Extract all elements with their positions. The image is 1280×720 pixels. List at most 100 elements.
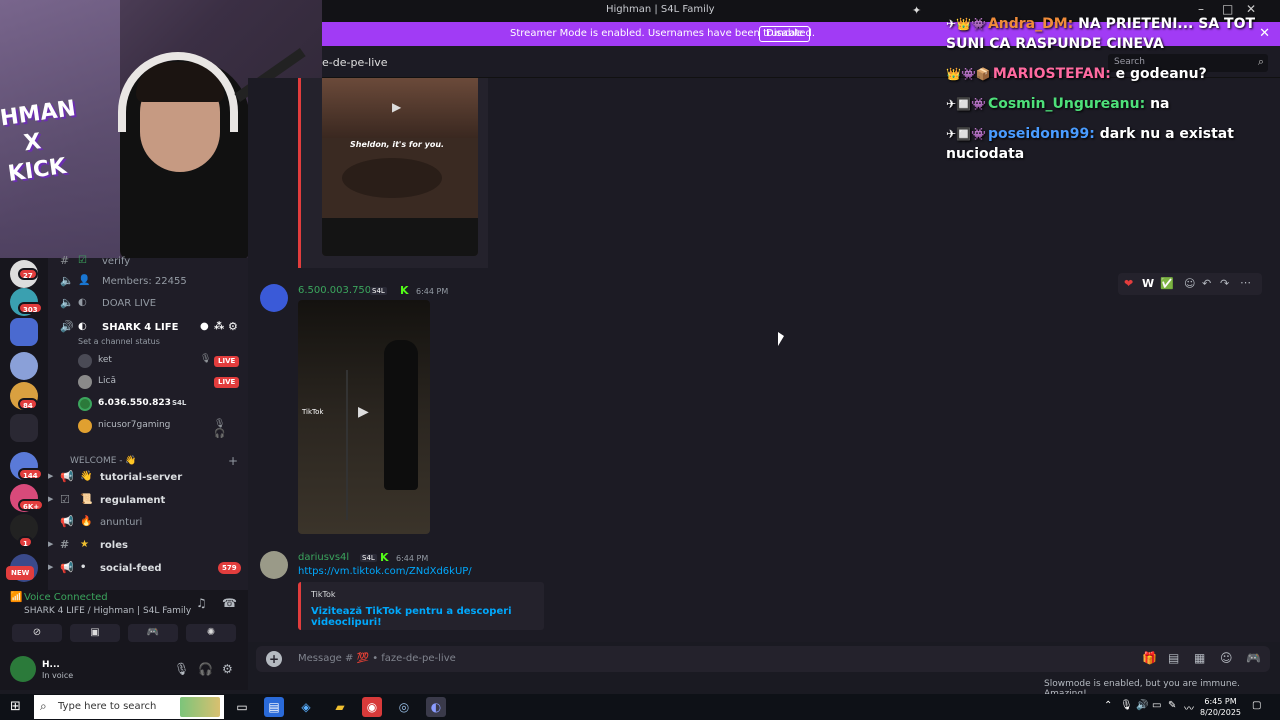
tray-chevron-icon[interactable]: ⌃ bbox=[1104, 700, 1112, 711]
user-avatar[interactable] bbox=[10, 656, 36, 682]
announcement-icon: 📢 bbox=[60, 470, 74, 483]
add-channel-icon[interactable]: + bbox=[228, 454, 238, 468]
chevron-right-icon: ▶ bbox=[48, 540, 54, 548]
deafened-icon: 🎙🎧 bbox=[214, 419, 226, 439]
live-badge: LIVE bbox=[214, 356, 240, 367]
gif-icon[interactable]: ▤ bbox=[1168, 651, 1179, 665]
pen-icon[interactable]: ✎ bbox=[1168, 700, 1176, 711]
task-view-icon[interactable]: ▭ bbox=[232, 697, 252, 717]
mic-icon[interactable]: 🎙 bbox=[1120, 700, 1133, 711]
avatar bbox=[78, 354, 92, 368]
soundboard-icon[interactable]: ♫ bbox=[196, 596, 207, 610]
message-link[interactable]: https://vm.tiktok.com/ZNdXd6kUP/ bbox=[298, 566, 472, 577]
channel-tutorial-server[interactable]: ▶ 📢 👋 tutorial-server bbox=[48, 467, 248, 489]
composer-placeholder: Message # 💯 • faze-de-pe-live bbox=[298, 653, 456, 664]
link-embed[interactable]: TikTok Vizitează TikTok pentru a descope… bbox=[298, 582, 544, 630]
message-author[interactable]: dariusvs4l bbox=[298, 552, 349, 563]
message-actions: ❤ W ✅ ☺ ↶ ↷ ⋯ bbox=[1118, 273, 1262, 295]
server-icon[interactable] bbox=[10, 318, 38, 346]
video-scene-table bbox=[342, 158, 442, 198]
message-time: 6:44 PM bbox=[416, 287, 449, 296]
avatar[interactable] bbox=[260, 551, 288, 579]
message-time: 6:44 PM bbox=[396, 554, 429, 563]
channel-regulament[interactable]: ▶ ☑ 📜 regulament bbox=[48, 490, 248, 512]
emoji-icon[interactable]: ☺ bbox=[1220, 651, 1233, 665]
windows-start-icon[interactable]: ⊞ bbox=[10, 699, 21, 714]
soundboard-button[interactable]: ✺ bbox=[186, 624, 236, 642]
copilot-icon[interactable]: ◈ bbox=[296, 697, 316, 717]
badge-icons: ✈👑👾 bbox=[946, 17, 986, 31]
channel-anunturi[interactable]: 📢 🔥 anunturi bbox=[48, 512, 248, 534]
embed-title[interactable]: Vizitează TikTok pentru a descoperi vide… bbox=[311, 606, 544, 628]
app-icon[interactable]: ▤ bbox=[264, 697, 284, 717]
settings-icon[interactable]: ⚙ bbox=[228, 320, 238, 333]
server-tag: S4L bbox=[360, 554, 377, 562]
activity-button[interactable]: 🎮 bbox=[128, 624, 178, 642]
channel-status[interactable]: Set a channel status bbox=[78, 337, 160, 346]
video-bottom-bar bbox=[322, 218, 478, 256]
speaker-icon: 🔊 bbox=[60, 320, 74, 333]
scroll-icon: 📜 bbox=[80, 494, 93, 505]
invite-icon[interactable]: ⁂ bbox=[214, 321, 224, 332]
voice-panel: 📶 Voice Connected SHARK 4 LIFE / Highman… bbox=[0, 590, 248, 690]
gift-icon[interactable]: 🎁 bbox=[1142, 651, 1157, 665]
server-tag: S4L bbox=[370, 287, 387, 295]
steam-icon[interactable]: ◎ bbox=[394, 697, 414, 717]
wifi-icon[interactable]: 〰 bbox=[1184, 700, 1194, 715]
avatar[interactable] bbox=[260, 284, 288, 312]
channel-members[interactable]: 🔈 👤 Members: 22455 bbox=[48, 272, 248, 292]
chat-user: poseidonn99: bbox=[987, 126, 1095, 142]
server-folder[interactable] bbox=[10, 414, 38, 442]
server-badge: 6K+ bbox=[18, 499, 45, 511]
server-icon[interactable] bbox=[10, 352, 38, 380]
forward-icon[interactable]: ↷ bbox=[1220, 277, 1229, 290]
new-badge: NEW bbox=[6, 566, 35, 580]
message-composer[interactable]: + Message # 💯 • faze-de-pe-live 🎁 ▤ ▦ ☺ … bbox=[256, 646, 1270, 672]
disable-button[interactable]: Disable bbox=[759, 26, 811, 42]
network-icon[interactable]: ▭ bbox=[1152, 700, 1161, 711]
disconnect-icon[interactable]: ☎ bbox=[222, 596, 237, 610]
kick-icon: K bbox=[400, 284, 409, 297]
w-reaction[interactable]: W bbox=[1142, 277, 1154, 290]
channel-social-feed[interactable]: ▶ 📢 • social-feed 579 bbox=[48, 558, 248, 580]
taskbar-search[interactable]: ⌕ Type here to search bbox=[34, 695, 224, 719]
heart-reaction[interactable]: ❤ bbox=[1124, 277, 1133, 290]
browser-icon[interactable]: ◉ bbox=[362, 697, 382, 717]
discord-icon[interactable]: ◐ bbox=[426, 697, 446, 717]
sticker-icon[interactable]: ▦ bbox=[1194, 651, 1205, 665]
headphones-icon[interactable]: 🎧 bbox=[198, 662, 213, 676]
file-explorer-icon[interactable]: ▰ bbox=[330, 697, 350, 717]
headset bbox=[118, 52, 238, 132]
chat-icon[interactable]: ● bbox=[200, 321, 209, 332]
activity-icon[interactable]: 🎮 bbox=[1246, 651, 1261, 665]
channel-verify[interactable]: # ☑ verify bbox=[48, 252, 248, 272]
camera-off-button[interactable]: ⊘ bbox=[12, 624, 62, 642]
embed-video[interactable]: ▶ Sheldon, it's for you. bbox=[322, 78, 478, 256]
check-reaction[interactable]: ✅ bbox=[1160, 277, 1174, 290]
volume-icon[interactable]: 🔊 bbox=[1136, 700, 1148, 711]
gear-icon[interactable]: ⚙ bbox=[222, 662, 233, 676]
screen-share-button[interactable]: ▣ bbox=[70, 624, 120, 642]
clock[interactable]: 6:45 PM 8/20/2025 bbox=[1200, 696, 1241, 718]
message-author[interactable]: 6.500.003.750 bbox=[298, 285, 371, 296]
emoji-icon: ◐ bbox=[78, 321, 87, 332]
attach-icon[interactable]: + bbox=[266, 651, 282, 667]
announcement-icon: 📢 bbox=[60, 515, 74, 528]
hash-icon: # bbox=[60, 538, 70, 551]
channel-doar-live[interactable]: 🔈 ◐ DOAR LIVE bbox=[48, 294, 248, 314]
reply-icon[interactable]: ↶ bbox=[1202, 277, 1211, 290]
channel-shark-4-life[interactable]: 🔊 ◐ SHARK 4 LIFE ● ⁂ ⚙ bbox=[48, 318, 248, 338]
speaker-icon: 🔈 bbox=[60, 274, 74, 287]
channel-roles[interactable]: ▶ # ★ roles bbox=[48, 535, 248, 557]
more-icon[interactable]: ⋯ bbox=[1240, 276, 1251, 289]
play-icon[interactable]: ▶ bbox=[358, 404, 369, 420]
emoji-icon: ◐ bbox=[78, 297, 87, 308]
play-icon[interactable]: ▶ bbox=[392, 100, 401, 114]
notification-icon[interactable]: ▢ bbox=[1252, 700, 1261, 711]
voice-channel-path[interactable]: SHARK 4 LIFE / Highman | S4L Family bbox=[24, 606, 191, 616]
chat-user: Andra_DM: bbox=[987, 16, 1074, 32]
tiktok-video[interactable]: TikTok ▶ bbox=[298, 300, 430, 534]
mic-icon[interactable]: 🎙 bbox=[174, 662, 189, 676]
add-reaction-icon[interactable]: ☺ bbox=[1184, 277, 1195, 290]
chat-text: na bbox=[1145, 96, 1170, 112]
